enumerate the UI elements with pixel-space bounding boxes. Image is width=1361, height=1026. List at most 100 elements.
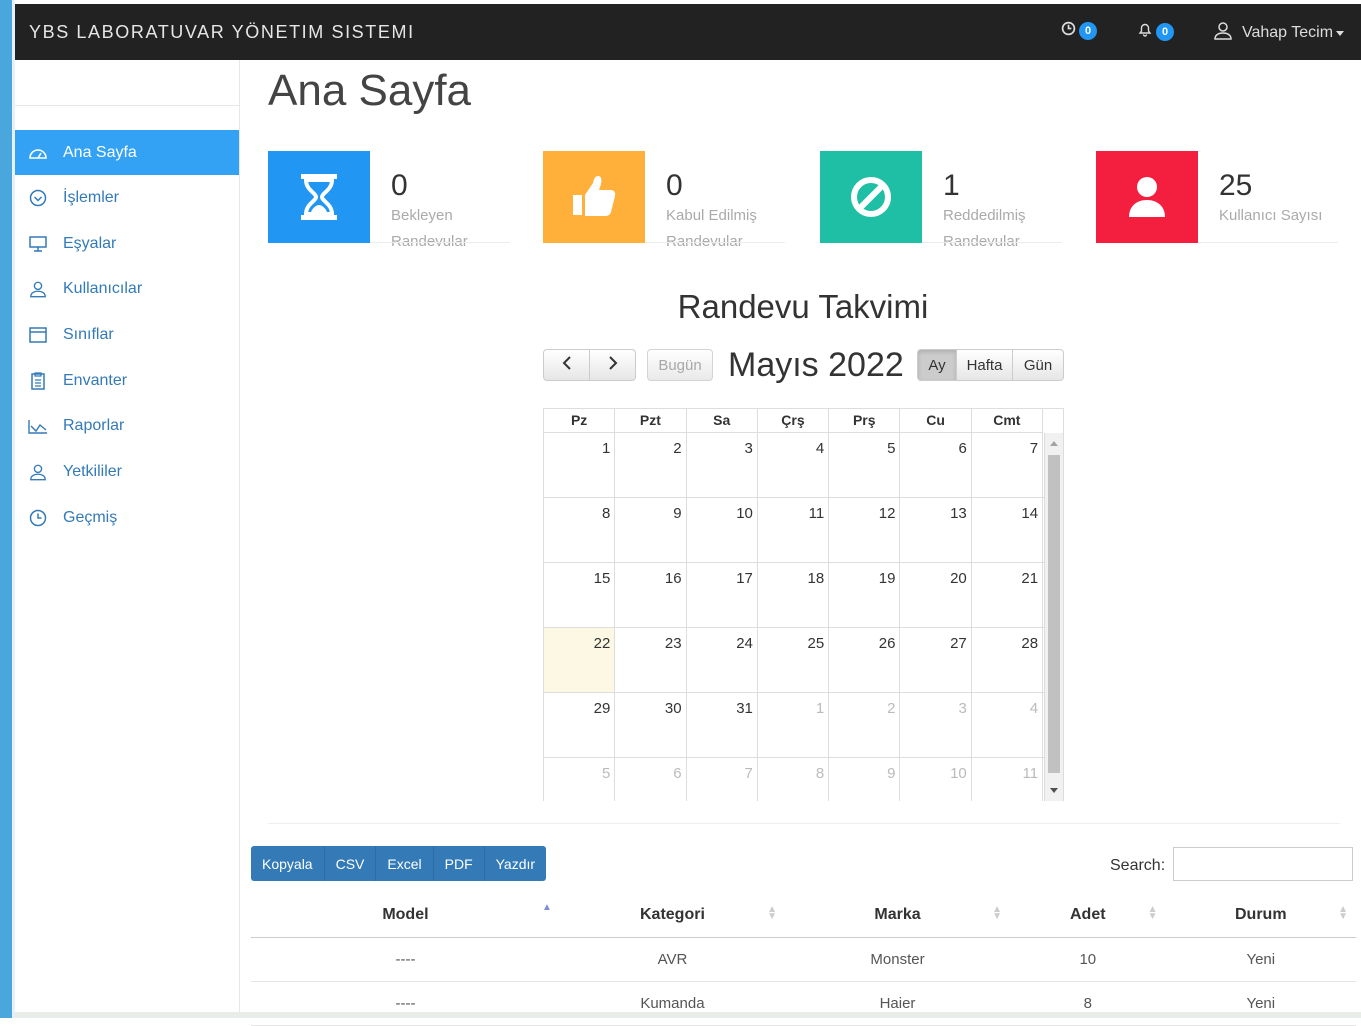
calendar-scrollbar[interactable] bbox=[1044, 433, 1063, 801]
user-menu[interactable]: Vahap Tecim bbox=[1213, 21, 1345, 45]
scroll-down-icon[interactable] bbox=[1050, 788, 1058, 793]
column-header-kategori[interactable]: Kategori ▲ ▼ bbox=[559, 892, 785, 938]
calendar-day-cell[interactable]: 20 bbox=[900, 563, 972, 627]
calendar-day-cell[interactable]: 3 bbox=[900, 693, 972, 757]
calendar-day-cell[interactable]: 18 bbox=[758, 563, 830, 627]
calendar-day-cell[interactable]: 12 bbox=[829, 498, 901, 562]
calendar-day-cell[interactable]: 22 bbox=[544, 628, 616, 692]
sidebar-item-siniflar[interactable]: Sınıflar bbox=[15, 312, 239, 357]
column-header-durum[interactable]: Durum ▲ ▼ bbox=[1165, 892, 1356, 938]
table-row[interactable]: ---- Kumanda Haier 8 Yeni bbox=[251, 981, 1356, 1026]
calendar-day-cell[interactable]: 4 bbox=[972, 693, 1044, 757]
calendar-day-cell[interactable]: 13 bbox=[900, 498, 972, 562]
calendar-day-cell[interactable]: 7 bbox=[972, 433, 1044, 497]
alerts-count-badge: 0 bbox=[1156, 22, 1174, 41]
hourglass-icon bbox=[268, 151, 370, 243]
calendar-day-cell[interactable]: 10 bbox=[900, 758, 972, 801]
calendar-day-cell[interactable]: 7 bbox=[687, 758, 758, 801]
prev-month-button[interactable] bbox=[543, 349, 590, 381]
calendar-day-cell[interactable]: 1 bbox=[544, 433, 616, 497]
top-navbar: YBS LABORATUVAR YÖNETIM SISTEMI 0 0 Vaha… bbox=[15, 4, 1361, 60]
bell-icon bbox=[1137, 21, 1153, 42]
print-button[interactable]: Yazdır bbox=[484, 846, 547, 881]
search-input[interactable] bbox=[1173, 847, 1353, 881]
calendar-day-cell[interactable]: 31 bbox=[687, 693, 758, 757]
user-icon bbox=[1213, 21, 1233, 45]
sidebar-item-raporlar[interactable]: Raporlar bbox=[15, 403, 239, 448]
calendar-day-cell[interactable]: 24 bbox=[687, 628, 758, 692]
calendar-day-cell[interactable]: 5 bbox=[544, 758, 616, 801]
calendar-day-cell[interactable]: 27 bbox=[900, 628, 972, 692]
calendar-week-row: 5 6 7 8 9 10 11 bbox=[544, 758, 1044, 801]
calendar-day-cell[interactable]: 30 bbox=[615, 693, 687, 757]
today-button[interactable]: Bugün bbox=[647, 349, 713, 381]
sidebar-item-yetkililer[interactable]: Yetkililer bbox=[15, 449, 239, 494]
alerts-menu[interactable]: 0 bbox=[1137, 21, 1174, 42]
calendar-day-cell[interactable]: 8 bbox=[544, 498, 616, 562]
calendar-day-cell[interactable]: 17 bbox=[687, 563, 758, 627]
calendar-day-cell[interactable]: 6 bbox=[615, 758, 687, 801]
sidebar-item-envanter[interactable]: Envanter bbox=[15, 358, 239, 403]
column-header-adet[interactable]: Adet ▲ ▼ bbox=[1009, 892, 1166, 938]
calendar-day-cell[interactable]: 15 bbox=[544, 563, 616, 627]
calendar-day-cell[interactable]: 21 bbox=[972, 563, 1044, 627]
copy-button[interactable]: Kopyala bbox=[251, 846, 325, 881]
calendar-day-cell[interactable]: 3 bbox=[687, 433, 758, 497]
calendar-day-cell[interactable]: 11 bbox=[758, 498, 830, 562]
sidebar-item-esyalar[interactable]: Eşyalar bbox=[15, 221, 239, 266]
dashboard-icon bbox=[27, 145, 49, 161]
scroll-thumb[interactable] bbox=[1048, 455, 1060, 773]
stat-underline bbox=[370, 242, 510, 243]
calendar-day-cell[interactable]: 19 bbox=[829, 563, 901, 627]
stat-card-pending[interactable]: 0 Bekleyen Randevular bbox=[268, 151, 510, 250]
calendar-day-cell[interactable]: 29 bbox=[544, 693, 616, 757]
sidebar-item-kullanicilar[interactable]: Kullanıcılar bbox=[15, 266, 239, 311]
sidebar-item-ana-sayfa[interactable]: Ana Sayfa bbox=[15, 130, 239, 175]
column-header-marka[interactable]: Marka ▲ ▼ bbox=[785, 892, 1010, 938]
calendar-day-cell[interactable]: 10 bbox=[687, 498, 758, 562]
chart-line-icon bbox=[27, 418, 49, 434]
calendar-day-cell[interactable]: 14 bbox=[972, 498, 1044, 562]
stat-label: Bekleyen Randevular bbox=[391, 207, 468, 250]
csv-button[interactable]: CSV bbox=[324, 846, 377, 881]
calendar-day-cell[interactable]: 2 bbox=[829, 693, 901, 757]
calendar-day-cell[interactable]: 9 bbox=[829, 758, 901, 801]
calendar-day-cell[interactable]: 8 bbox=[758, 758, 830, 801]
view-week-button[interactable]: Hafta bbox=[957, 349, 1013, 381]
table-cell: Yeni bbox=[1165, 937, 1356, 982]
stat-card-accepted[interactable]: 0 Kabul Edilmiş Randevular bbox=[543, 151, 785, 250]
stat-label: Kabul Edilmiş Randevular bbox=[666, 207, 757, 250]
calendar-day-cell[interactable]: 11 bbox=[972, 758, 1044, 801]
calendar-day-cell[interactable]: 28 bbox=[972, 628, 1044, 692]
sidebar-item-islemler[interactable]: İşlemler bbox=[15, 175, 239, 220]
pdf-button[interactable]: PDF bbox=[433, 846, 485, 881]
calendar-day-cell[interactable]: 4 bbox=[758, 433, 830, 497]
calendar-day-cell[interactable]: 9 bbox=[615, 498, 687, 562]
calendar-day-cell[interactable]: 23 bbox=[615, 628, 687, 692]
calendar-day-cell[interactable]: 6 bbox=[900, 433, 972, 497]
calendar-day-cell[interactable]: 2 bbox=[615, 433, 687, 497]
next-month-button[interactable] bbox=[590, 349, 636, 381]
column-header-model[interactable]: Model ▲ bbox=[251, 892, 560, 938]
stat-card-users[interactable]: 25 Kullanıcı Sayısı bbox=[1096, 151, 1338, 243]
scroll-up-icon[interactable] bbox=[1050, 441, 1058, 446]
calendar-day-cell[interactable]: 5 bbox=[829, 433, 901, 497]
calendar-day-cell[interactable]: 25 bbox=[758, 628, 830, 692]
table-row[interactable]: ---- AVR Monster 10 Yeni bbox=[251, 937, 1356, 982]
calendar-day-cell[interactable]: 1 bbox=[758, 693, 830, 757]
tasks-menu[interactable]: 0 bbox=[1061, 21, 1097, 41]
ban-icon bbox=[820, 151, 922, 243]
sidebar-item-gecmis[interactable]: Geçmiş bbox=[15, 495, 239, 540]
chevron-left-icon bbox=[562, 356, 572, 374]
sidebar-item-label: Eşyalar bbox=[63, 234, 117, 252]
app-title[interactable]: YBS LABORATUVAR YÖNETIM SISTEMI bbox=[29, 22, 415, 43]
calendar-day-cell[interactable]: 16 bbox=[615, 563, 687, 627]
stat-card-rejected[interactable]: 1 Reddedilmiş Randevular bbox=[820, 151, 1062, 250]
column-header-label: Model bbox=[382, 905, 429, 923]
calendar-day-cell[interactable]: 26 bbox=[829, 628, 901, 692]
view-month-button[interactable]: Ay bbox=[917, 349, 957, 381]
user-name: Vahap Tecim bbox=[1242, 24, 1334, 41]
view-day-button[interactable]: Gün bbox=[1013, 349, 1064, 381]
excel-button[interactable]: Excel bbox=[376, 846, 434, 881]
caret-down-icon bbox=[1336, 30, 1345, 36]
